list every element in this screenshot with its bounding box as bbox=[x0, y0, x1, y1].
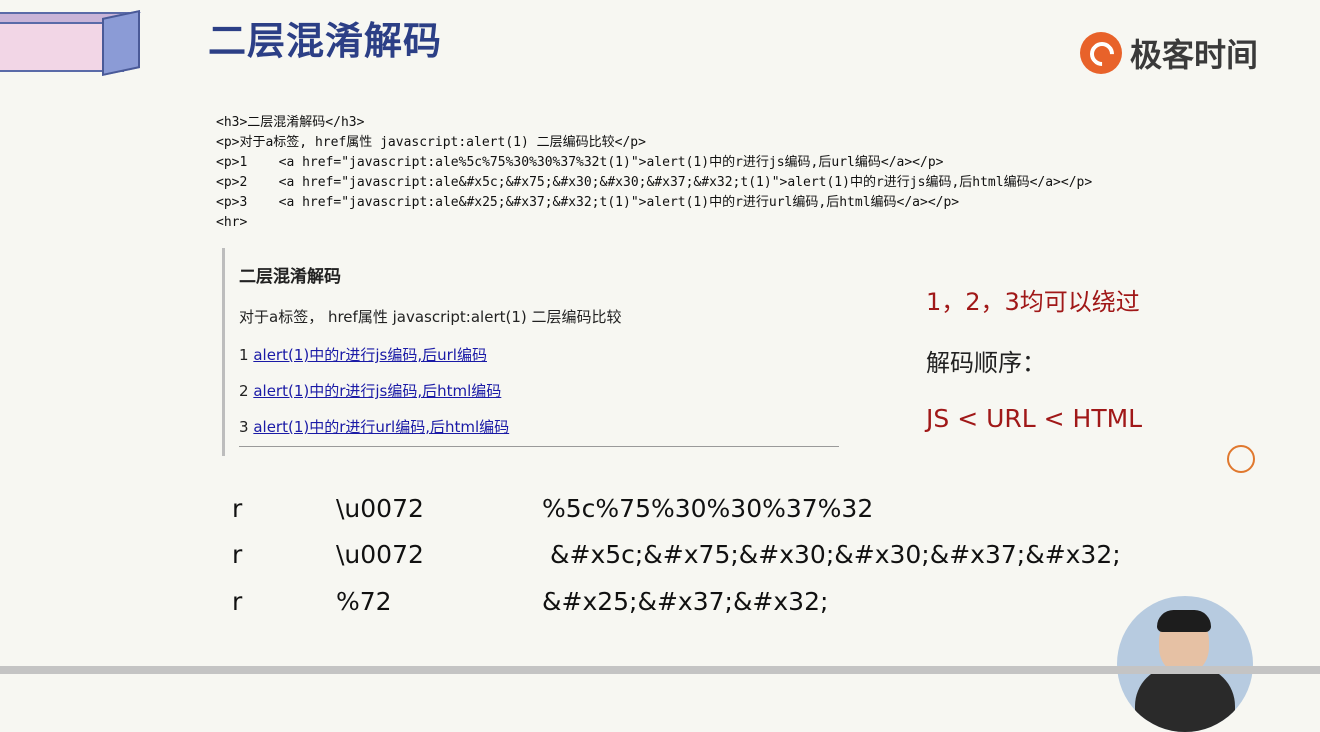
encoding-first: \u0072 bbox=[336, 494, 424, 523]
code-line: <p>3 <a href="javascript:ale&#x25;&#x37;… bbox=[216, 195, 960, 210]
row-number: 3 bbox=[239, 418, 249, 436]
preview-row-1: 1 alert(1)中的r进行js编码,后url编码 bbox=[239, 344, 487, 365]
bottom-bar bbox=[0, 666, 1320, 674]
encoding-char: r bbox=[232, 540, 243, 569]
code-line: <hr> bbox=[216, 215, 248, 230]
decode-order: JS < URL < HTML bbox=[926, 404, 1143, 433]
decorative-box bbox=[0, 8, 160, 77]
preview-link-1[interactable]: alert(1)中的r进行js编码,后url编码 bbox=[253, 346, 487, 364]
presenter-body bbox=[1135, 666, 1235, 732]
presenter-webcam bbox=[1117, 596, 1253, 732]
code-listing: <h3>二层混淆解码</h3> <p>对于a标签, href属性 javascr… bbox=[216, 113, 1092, 233]
preview-row-3: 3 alert(1)中的r进行url编码,后html编码 bbox=[239, 416, 509, 437]
code-line: <p>1 <a href="javascript:ale%5c%75%30%30… bbox=[216, 155, 944, 170]
decorative-box-side bbox=[102, 9, 140, 77]
preview-link-3[interactable]: alert(1)中的r进行url编码,后html编码 bbox=[253, 418, 509, 436]
encoding-second: &#x25;&#x37;&#x32; bbox=[542, 587, 829, 616]
code-line: <p>2 <a href="javascript:ale&#x5c;&#x75;… bbox=[216, 175, 1093, 190]
preview-row-2: 2 alert(1)中的r进行js编码,后html编码 bbox=[239, 380, 501, 401]
encoding-first: %72 bbox=[336, 587, 392, 616]
preview-link-2[interactable]: alert(1)中的r进行js编码,后html编码 bbox=[253, 382, 501, 400]
encoding-first: \u0072 bbox=[336, 540, 424, 569]
bypass-note: 1，2，3均可以绕过 bbox=[926, 288, 1140, 316]
row-number: 2 bbox=[239, 382, 249, 400]
presenter-hair bbox=[1157, 610, 1211, 632]
code-line: <h3>二层混淆解码</h3> bbox=[216, 115, 365, 130]
row-number: 1 bbox=[239, 346, 249, 364]
encoding-second: &#x5c;&#x75;&#x30;&#x30;&#x37;&#x32; bbox=[550, 540, 1121, 569]
cursor-indicator-icon bbox=[1227, 445, 1255, 473]
preview-intro: 对于a标签， href属性 javascript:alert(1) 二层编码比较 bbox=[239, 308, 622, 326]
slide-title: 二层混淆解码 bbox=[208, 19, 443, 63]
encoding-char: r bbox=[232, 494, 243, 523]
decode-order-label: 解码顺序： bbox=[926, 349, 1046, 377]
preview-divider bbox=[239, 446, 839, 447]
preview-heading: 二层混淆解码 bbox=[239, 267, 341, 287]
encoding-second: %5c%75%30%30%37%32 bbox=[542, 494, 874, 523]
rendered-preview: 二层混淆解码 对于a标签， href属性 javascript:alert(1)… bbox=[222, 248, 839, 456]
logo-icon bbox=[1080, 32, 1122, 74]
encoding-char: r bbox=[232, 587, 243, 616]
logo-text: 极客时间 bbox=[1130, 36, 1259, 74]
code-line: <p>对于a标签, href属性 javascript:alert(1) 二层编… bbox=[216, 135, 646, 150]
brand-logo: 极客时间 bbox=[1080, 30, 1258, 76]
